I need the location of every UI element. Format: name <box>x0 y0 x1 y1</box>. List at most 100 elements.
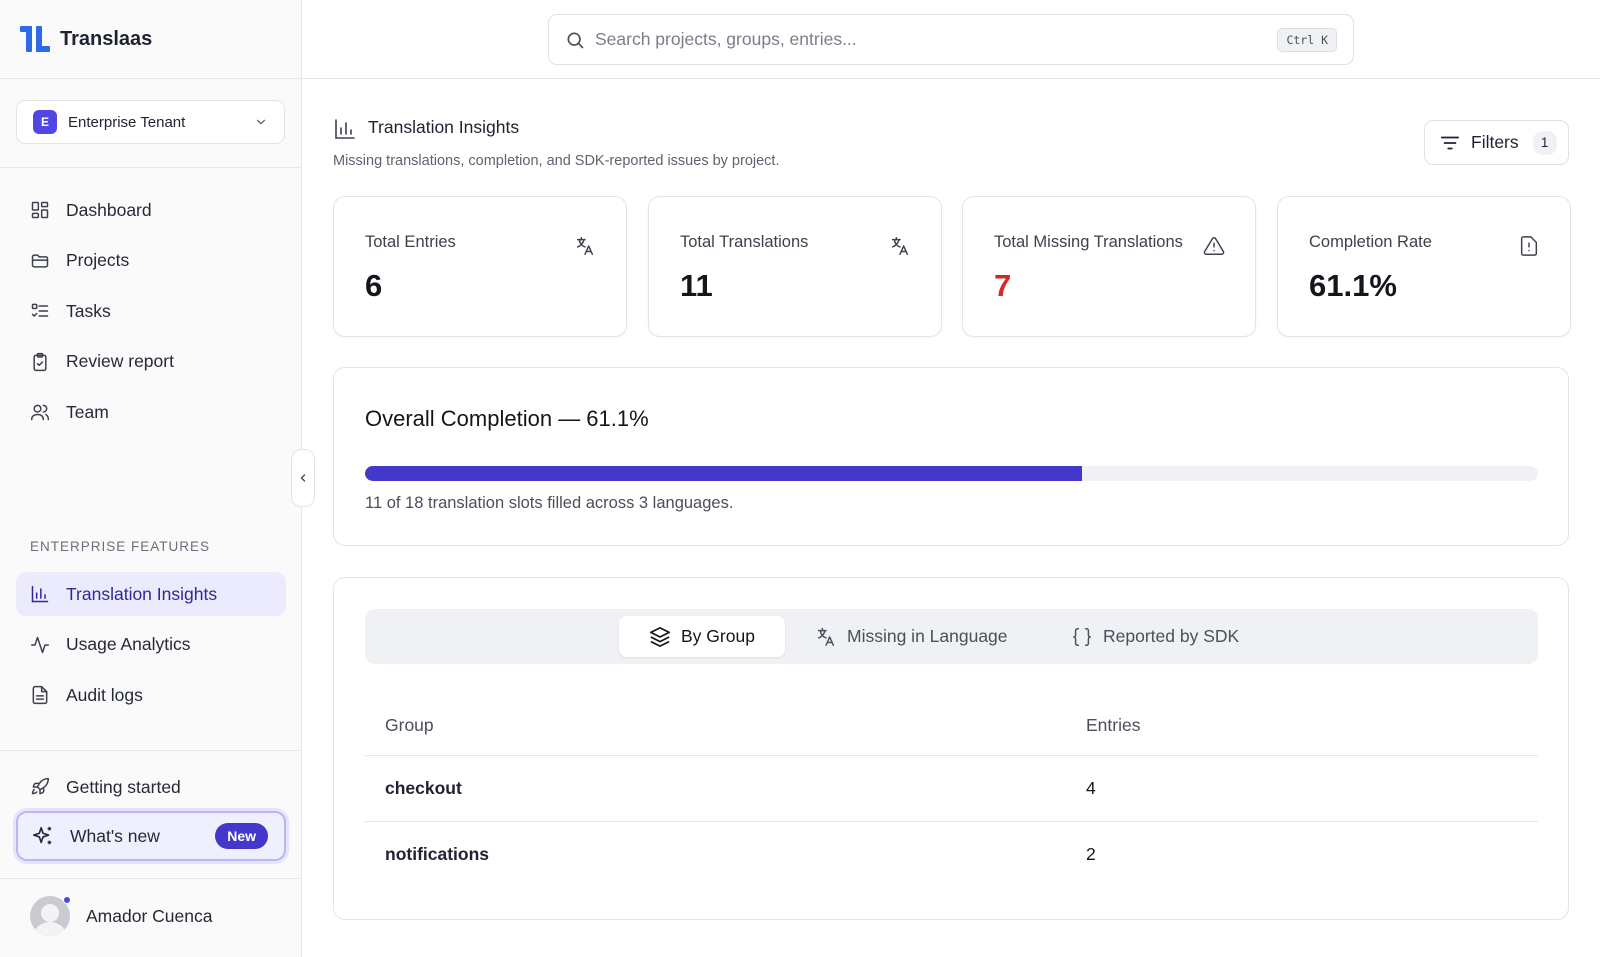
activity-icon <box>30 636 50 653</box>
chevron-down-icon <box>256 119 266 125</box>
whats-new-button[interactable]: What's new New <box>16 811 286 861</box>
nav-item-label: Audit logs <box>66 684 143 705</box>
completion-progress-bar <box>365 466 1538 481</box>
translate-icon <box>817 627 835 646</box>
tab-missing-in-language[interactable]: Missing in Language <box>785 616 1038 657</box>
search-shortcut: Ctrl K <box>1277 27 1337 52</box>
filters-button[interactable]: Filters 1 <box>1424 120 1569 165</box>
topbar: Ctrl K <box>303 0 1600 79</box>
enterprise-nav: Translation Insights Usage Analytics Aud… <box>16 572 286 724</box>
folder-icon <box>31 253 49 268</box>
collapse-sidebar-button[interactable] <box>291 449 315 507</box>
search-bar[interactable]: Ctrl K <box>548 14 1354 65</box>
brand[interactable]: Translaas <box>0 0 301 79</box>
user-profile[interactable]: Amador Cuenca <box>30 896 212 936</box>
clipboard-check-icon <box>33 352 47 371</box>
nav-item-label: Review report <box>66 351 174 371</box>
nav-item-dashboard[interactable]: Dashboard <box>16 188 286 232</box>
tenant-badge: E <box>33 110 57 134</box>
tasks-icon <box>31 303 49 318</box>
table-cell-group[interactable]: notifications <box>385 844 489 865</box>
filters-label: Filters <box>1471 132 1519 152</box>
nav-item-label: Getting started <box>66 776 181 797</box>
tab-label: Missing in Language <box>847 626 1008 646</box>
translaas-logo-icon <box>20 26 50 52</box>
users-icon <box>30 404 50 421</box>
nav-item-tasks[interactable]: Tasks <box>16 289 286 333</box>
stat-label: Total Entries <box>365 233 456 251</box>
translate-icon <box>891 237 909 255</box>
tenant-section: E Enterprise Tenant <box>0 79 301 168</box>
table-divider <box>365 821 1538 822</box>
overall-completion-title: Overall Completion — 61.1% <box>365 406 649 431</box>
nav-item-review-report[interactable]: Review report <box>16 340 286 384</box>
tenant-switcher[interactable]: E Enterprise Tenant <box>16 100 285 144</box>
warning-icon <box>1203 236 1225 255</box>
search-input[interactable] <box>595 29 1278 50</box>
layers-icon <box>650 626 670 647</box>
table-cell-group[interactable]: checkout <box>385 778 462 799</box>
online-status-dot <box>63 896 71 904</box>
tenant-name: Enterprise Tenant <box>68 113 186 131</box>
column-header-group: Group <box>385 715 434 735</box>
section-label-enterprise: ENTERPRISE FEATURES <box>30 539 211 554</box>
sidebar-divider <box>0 878 302 879</box>
nav-item-projects[interactable]: Projects <box>16 239 286 283</box>
nav-item-audit-logs[interactable]: Audit logs <box>16 673 286 717</box>
tab-label: By Group <box>681 626 755 646</box>
page-subtitle: Missing translations, completion, and SD… <box>333 153 780 169</box>
tab-reported-by-sdk[interactable]: Reported by SDK <box>1041 616 1269 657</box>
nav-item-label: Tasks <box>66 300 111 321</box>
user-name: Amador Cuenca <box>86 905 213 926</box>
rocket-icon <box>31 777 50 795</box>
document-icon <box>32 685 48 705</box>
completion-progress-fill <box>365 466 1082 481</box>
sparkles-icon <box>33 826 52 845</box>
sidebar-divider <box>0 750 302 751</box>
overall-completion-card: Overall Completion — 61.1% 11 of 18 tran… <box>333 367 1569 546</box>
main-nav: Dashboard Projects Tasks Review report T… <box>16 188 286 441</box>
translate-icon <box>576 237 594 255</box>
braces-icon <box>1073 627 1091 646</box>
nav-item-label: Projects <box>66 250 130 270</box>
nav-item-translation-insights[interactable]: Translation Insights <box>16 572 286 616</box>
nav-item-getting-started[interactable]: Getting started <box>16 765 286 809</box>
stat-card-completion-rate: Completion Rate 61.1% <box>1277 196 1571 337</box>
table-divider <box>365 755 1538 756</box>
new-badge: New <box>215 823 268 849</box>
nav-item-label: Translation Insights <box>66 583 218 604</box>
table-cell-entries: 2 <box>1086 844 1096 864</box>
filter-icon <box>1440 136 1460 149</box>
insights-table-card: By Group Missing in Language Reported by… <box>333 577 1569 920</box>
stat-card-total-entries: Total Entries 6 <box>333 196 627 337</box>
stat-label: Completion Rate <box>1309 233 1432 251</box>
nav-item-label: Team <box>66 401 109 422</box>
stat-card-total-translations: Total Translations 11 <box>648 196 942 337</box>
stat-value: 7 <box>994 268 1012 303</box>
dashboard-icon <box>31 201 49 219</box>
nav-item-team[interactable]: Team <box>16 390 286 434</box>
filters-count-badge: 1 <box>1532 130 1557 155</box>
stat-card-total-missing: Total Missing Translations 7 <box>962 196 1256 337</box>
stat-value: 6 <box>365 268 383 303</box>
chevron-left-icon <box>300 474 306 482</box>
bar-chart-icon <box>31 585 49 603</box>
stat-value: 61.1% <box>1309 268 1397 303</box>
brand-name: Translaas <box>60 27 153 50</box>
whats-new-label: What's new <box>70 825 160 846</box>
nav-item-usage-analytics[interactable]: Usage Analytics <box>16 623 286 667</box>
tab-by-group[interactable]: By Group <box>619 616 785 657</box>
sidebar: Translaas E Enterprise Tenant Dashboard … <box>0 0 302 957</box>
column-header-entries: Entries <box>1086 715 1141 735</box>
page-title: Translation Insights <box>368 117 520 137</box>
tab-label: Reported by SDK <box>1103 626 1240 646</box>
table-cell-entries: 4 <box>1086 778 1096 798</box>
nav-item-label: Dashboard <box>66 199 152 220</box>
stat-label: Total Missing Translations <box>994 233 1183 251</box>
footer-nav: Getting started <box>16 765 286 816</box>
search-icon <box>567 32 584 48</box>
stat-label: Total Translations <box>680 233 809 251</box>
overall-completion-note: 11 of 18 translation slots filled across… <box>365 494 734 512</box>
bar-chart-icon <box>335 119 355 139</box>
tab-bar: By Group Missing in Language Reported by… <box>365 609 1538 664</box>
